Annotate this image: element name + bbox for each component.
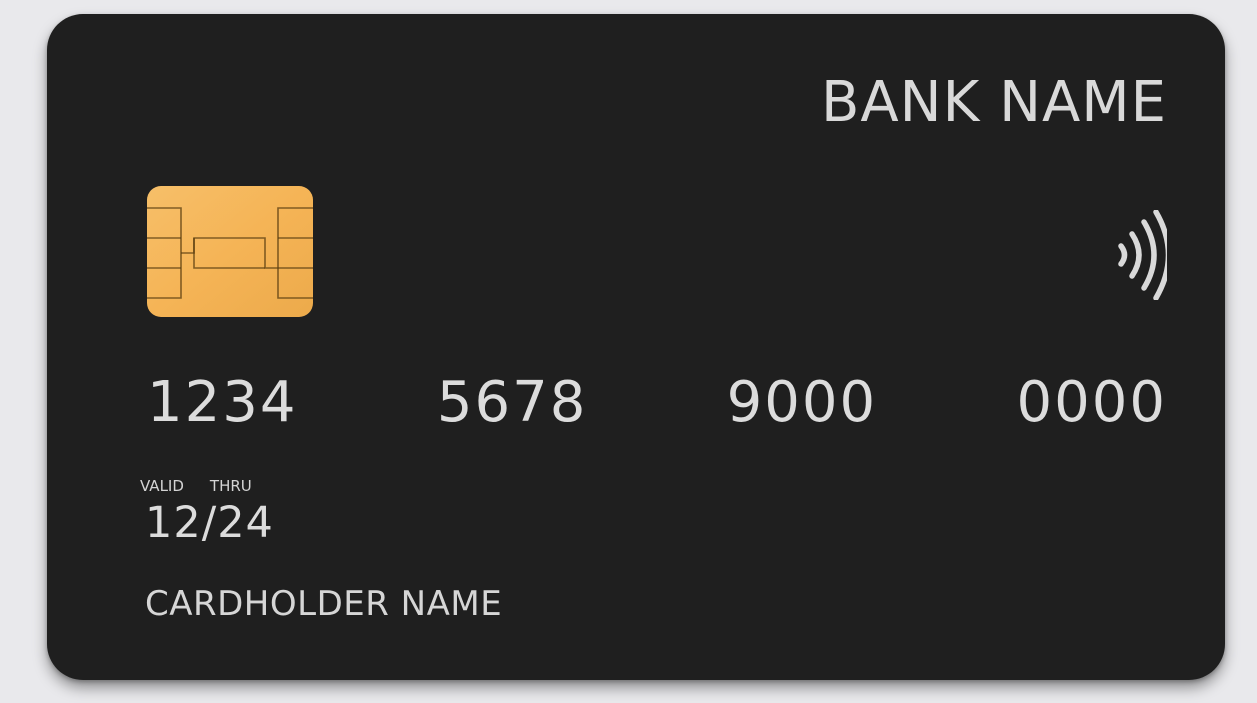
expiry-date: 12/24 <box>145 498 274 548</box>
card-number-group-1: 1234 <box>147 370 298 435</box>
card-number-group-2: 5678 <box>436 370 588 435</box>
contactless-icon <box>1118 210 1167 300</box>
card-number-group-4: 0000 <box>1016 370 1167 435</box>
card-number-group-3: 9000 <box>726 370 878 435</box>
bank-name: BANK NAME <box>820 70 1167 135</box>
cardholder-name: CARDHOLDER NAME <box>145 584 503 624</box>
card-number: 1234 5678 9000 0000 <box>147 370 1167 435</box>
credit-card: BANK NAME 1234 5678 9000 0000 VALID THRU… <box>47 14 1225 680</box>
thru-label: THRU <box>209 477 252 495</box>
chip-icon <box>147 186 313 317</box>
valid-label: VALID <box>140 477 184 495</box>
valid-thru-label: VALID THRU <box>140 477 252 495</box>
